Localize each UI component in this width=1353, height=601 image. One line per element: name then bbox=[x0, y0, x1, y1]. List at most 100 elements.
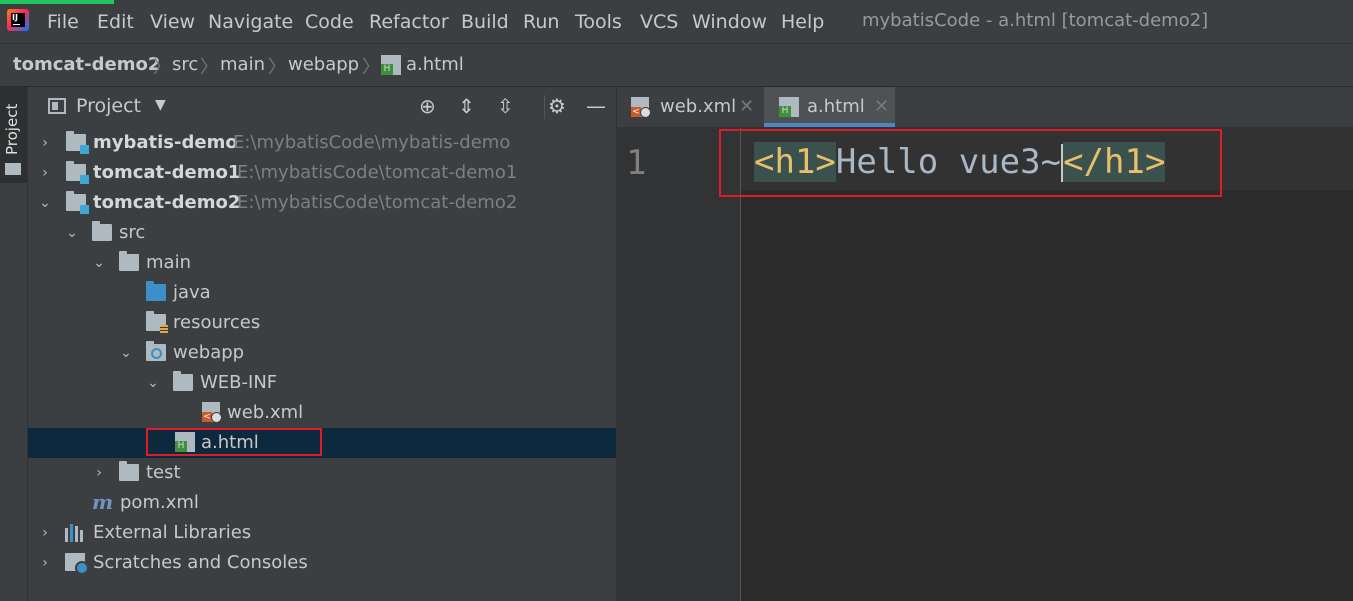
menu-window[interactable]: Window bbox=[692, 10, 767, 34]
breadcrumb-project[interactable]: tomcat-demo2 bbox=[13, 54, 160, 76]
tree-label: java bbox=[173, 282, 211, 303]
project-panel-title[interactable]: Project bbox=[76, 95, 141, 117]
menu-build[interactable]: Build bbox=[461, 10, 509, 34]
collapse-all-icon[interactable]: ⇳ bbox=[497, 94, 514, 118]
project-panel: Project ▼ ⊕ ⇕ ⇳ ⚙ — › mybatis-demo E:\my… bbox=[28, 87, 617, 601]
line-gutter bbox=[617, 128, 740, 601]
dropdown-caret-icon[interactable]: ▼ bbox=[155, 97, 166, 113]
tree-row-web-xml[interactable]: web.xml bbox=[28, 398, 616, 428]
tree-row-java[interactable]: java bbox=[28, 278, 616, 308]
tree-label: Scratches and Consoles bbox=[93, 552, 308, 573]
active-tab-indicator bbox=[764, 123, 895, 127]
menu-refactor[interactable]: Refactor bbox=[369, 10, 449, 34]
project-panel-header: Project ▼ ⊕ ⇕ ⇳ ⚙ — bbox=[28, 87, 616, 127]
resources-folder-icon bbox=[146, 311, 168, 333]
tab-label: a.html bbox=[807, 96, 865, 117]
menu-edit[interactable]: Edit bbox=[97, 10, 134, 34]
chevron-right-icon: 〉 bbox=[362, 57, 380, 78]
chevron-right-icon: 〉 bbox=[153, 57, 171, 78]
folder-icon bbox=[92, 221, 112, 241]
tree-label: tomcat-demo1 bbox=[93, 162, 241, 183]
tree-label: resources bbox=[173, 312, 261, 333]
tab-label: web.xml bbox=[660, 96, 737, 117]
gear-icon[interactable]: ⚙ bbox=[548, 94, 566, 118]
chevron-right-icon: 〉 bbox=[268, 57, 286, 78]
menu-code[interactable]: Code bbox=[305, 10, 354, 34]
tree-row-src[interactable]: ⌄ src bbox=[28, 218, 616, 248]
module-folder-icon bbox=[66, 191, 89, 214]
tree-row-pom-xml[interactable]: m pom.xml bbox=[28, 488, 616, 518]
tree-label: test bbox=[146, 462, 181, 483]
menu-navigate[interactable]: Navigate bbox=[208, 10, 293, 34]
tree-label: mybatis-demo bbox=[93, 132, 238, 153]
expand-all-icon[interactable]: ⇕ bbox=[458, 94, 475, 118]
menu-vcs[interactable]: VCS bbox=[640, 10, 678, 34]
intellij-logo-icon bbox=[7, 9, 29, 31]
menu-bar: File Edit View Navigate Code Refactor Bu… bbox=[0, 0, 1353, 44]
window-title: mybatisCode - a.html [tomcat-demo2] bbox=[862, 10, 1209, 31]
editor-tab-bar: web.xml ✕ a.html ✕ bbox=[617, 87, 1353, 128]
library-icon bbox=[65, 524, 87, 542]
folder-icon bbox=[119, 251, 139, 271]
chevron-down-icon[interactable]: ⌄ bbox=[92, 252, 106, 274]
folder-icon bbox=[173, 371, 193, 391]
breadcrumb-webapp[interactable]: webapp bbox=[288, 54, 359, 76]
menu-run[interactable]: Run bbox=[523, 10, 559, 34]
chevron-right-icon[interactable]: › bbox=[92, 462, 106, 484]
web-folder-icon bbox=[146, 341, 166, 361]
toolbar-divider bbox=[544, 95, 545, 119]
locate-target-icon[interactable]: ⊕ bbox=[419, 94, 436, 118]
tree-row-main[interactable]: ⌄ main bbox=[28, 248, 616, 278]
tree-row-resources[interactable]: resources bbox=[28, 308, 616, 338]
tree-row-web-inf[interactable]: ⌄ WEB-INF bbox=[28, 368, 616, 398]
html-file-icon bbox=[779, 97, 799, 117]
module-folder-icon bbox=[66, 161, 89, 184]
tree-row-tomcat-demo2[interactable]: ⌄ tomcat-demo2 E:\mybatisCode\tomcat-dem… bbox=[28, 188, 616, 218]
minimize-icon[interactable]: — bbox=[586, 94, 606, 118]
chevron-right-icon: 〉 bbox=[200, 57, 218, 78]
chevron-right-icon[interactable]: › bbox=[38, 552, 52, 574]
tree-row-test[interactable]: › test bbox=[28, 458, 616, 488]
module-folder-icon bbox=[66, 131, 89, 154]
tree-label: src bbox=[119, 222, 146, 243]
menu-tools[interactable]: Tools bbox=[575, 10, 622, 34]
chevron-right-icon[interactable]: › bbox=[38, 162, 52, 184]
source-folder-icon bbox=[146, 281, 166, 301]
html-file-icon bbox=[381, 55, 401, 75]
tree-label: main bbox=[146, 252, 191, 273]
breadcrumb-file[interactable]: a.html bbox=[406, 54, 464, 76]
menu-view[interactable]: View bbox=[150, 10, 195, 34]
menu-file[interactable]: File bbox=[47, 10, 79, 34]
tree-label: External Libraries bbox=[93, 522, 252, 543]
tree-row-webapp[interactable]: ⌄ webapp bbox=[28, 338, 616, 368]
chevron-down-icon[interactable]: ⌄ bbox=[146, 372, 160, 394]
chevron-right-icon[interactable]: › bbox=[38, 132, 52, 154]
project-tool-button[interactable]: Project bbox=[0, 87, 27, 183]
close-icon[interactable]: ✕ bbox=[739, 96, 754, 117]
close-icon[interactable]: ✕ bbox=[874, 96, 889, 117]
breadcrumb-src[interactable]: src bbox=[172, 54, 198, 76]
chevron-down-icon[interactable]: ⌄ bbox=[38, 192, 52, 214]
tree-label: tomcat-demo2 bbox=[93, 192, 241, 213]
gutter-divider bbox=[740, 128, 741, 601]
tree-row-mybatis-demo[interactable]: › mybatis-demo E:\mybatisCode\mybatis-de… bbox=[28, 128, 616, 158]
tab-web-xml[interactable]: web.xml ✕ bbox=[617, 87, 763, 127]
project-view-icon bbox=[48, 98, 66, 114]
breadcrumb-main[interactable]: main bbox=[220, 54, 265, 76]
editor-area: web.xml ✕ a.html ✕ 1 <h1>Hello vue3~</h1… bbox=[617, 87, 1353, 601]
breadcrumb: tomcat-demo2 〉 src 〉 main 〉 webapp 〉 a.h… bbox=[0, 44, 1353, 87]
tree-row-a-html[interactable]: a.html bbox=[28, 428, 616, 458]
menu-help[interactable]: Help bbox=[781, 10, 824, 34]
chevron-down-icon[interactable]: ⌄ bbox=[65, 222, 79, 244]
maven-icon: m bbox=[92, 490, 114, 514]
tab-a-html[interactable]: a.html ✕ bbox=[764, 87, 895, 127]
tree-row-external-libraries[interactable]: › External Libraries bbox=[28, 518, 616, 548]
chevron-right-icon[interactable]: › bbox=[38, 522, 52, 544]
tree-row-tomcat-demo1[interactable]: › tomcat-demo1 E:\mybatisCode\tomcat-dem… bbox=[28, 158, 616, 188]
chevron-down-icon[interactable]: ⌄ bbox=[119, 342, 133, 364]
tree-label: WEB-INF bbox=[200, 372, 278, 393]
tree-row-scratches[interactable]: › Scratches and Consoles bbox=[28, 548, 616, 578]
highlight-box bbox=[719, 129, 1222, 197]
tool-window-stripe: Project bbox=[0, 87, 28, 601]
folder-icon bbox=[119, 461, 139, 481]
